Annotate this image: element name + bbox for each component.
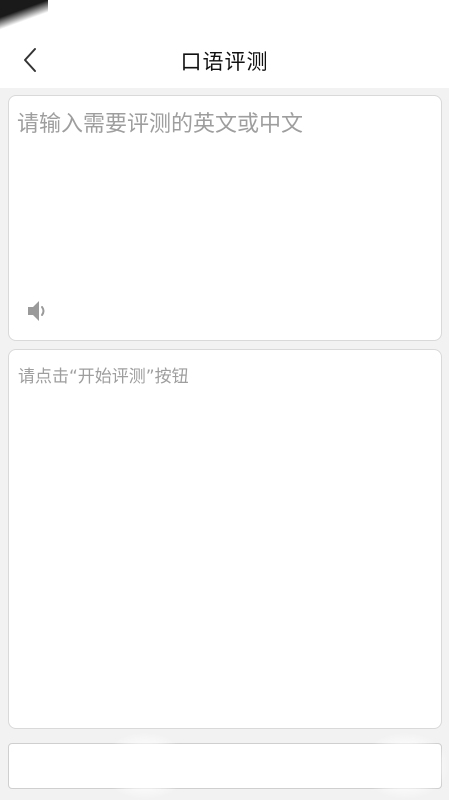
text-input-panel (8, 95, 442, 341)
evaluation-text-input[interactable] (17, 106, 431, 286)
app-header: 口语评测 (0, 32, 449, 88)
screen-glare (360, 732, 449, 800)
status-bar (0, 0, 449, 32)
page-title: 口语评测 (180, 50, 269, 74)
speaker-icon (28, 301, 45, 321)
result-panel: 请点击“开始评测”按钮 (8, 349, 442, 729)
play-audio-button[interactable] (23, 296, 53, 326)
status-bar-corner (0, 0, 48, 32)
bottom-action-area (0, 732, 449, 800)
screen-glare (100, 732, 190, 800)
result-hint-text: 请点击“开始评测”按钮 (18, 367, 189, 387)
